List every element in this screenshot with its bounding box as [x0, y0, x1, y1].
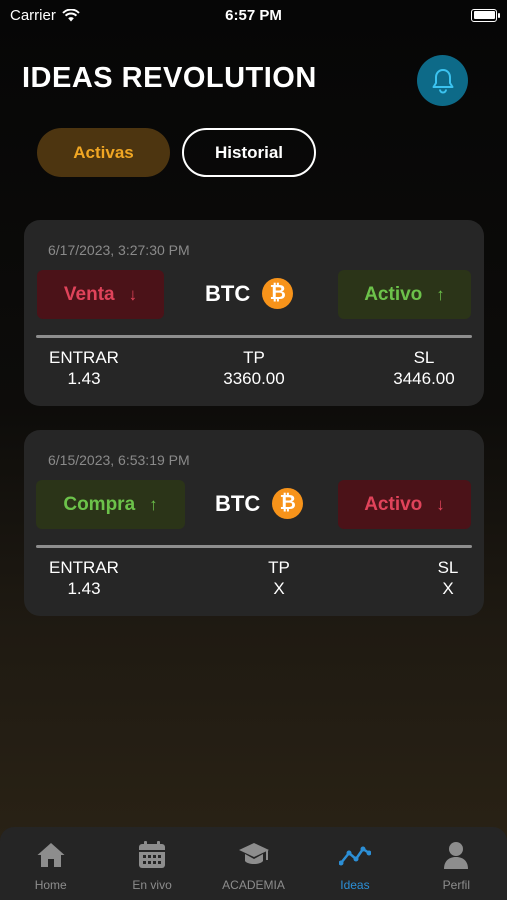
- idea-date: 6/17/2023, 3:27:30 PM: [48, 242, 190, 258]
- entry-label: ENTRAR: [49, 348, 119, 367]
- tab-activas[interactable]: Activas: [37, 128, 170, 177]
- user-icon: [444, 842, 469, 869]
- graduation-cap-icon: [238, 843, 269, 864]
- tab-ideas-label: Ideas: [340, 878, 370, 892]
- calendar-icon: [139, 841, 166, 868]
- entry-value: 1.43: [67, 369, 101, 388]
- sl-value: 3446.00: [393, 369, 455, 388]
- tp-label: TP: [268, 558, 290, 577]
- card-divider: [36, 335, 472, 338]
- tp-column: TP 3360.00: [214, 347, 294, 389]
- bitcoin-icon: ₿: [262, 278, 294, 309]
- tab-academia[interactable]: ACADEMIA: [203, 827, 304, 900]
- card-divider: [36, 545, 472, 548]
- direction-label: Venta: [63, 283, 115, 305]
- status-badge[interactable]: Activo ↑: [338, 270, 471, 319]
- idea-card[interactable]: 6/15/2023, 6:53:19 PM Compra ↑ BTC ₿ Act…: [24, 430, 484, 616]
- tp-label: TP: [243, 348, 265, 367]
- battery-icon: [471, 8, 500, 22]
- entry-column: ENTRAR 1.43: [48, 557, 120, 599]
- arrow-up-icon: ↑: [436, 284, 445, 304]
- entry-value: 1.43: [67, 579, 101, 598]
- direction-badge[interactable]: Venta ↓: [37, 270, 164, 319]
- direction-badge[interactable]: Compra ↑: [36, 480, 185, 529]
- ideas-filter-tabs: Activas Historial: [37, 128, 316, 177]
- sl-column: SL 3446.00: [382, 347, 466, 389]
- status-left: Carrier: [10, 7, 80, 24]
- sl-label: SL: [413, 348, 435, 367]
- entry-label: ENTRAR: [49, 558, 119, 577]
- arrow-down-icon: ↓: [436, 494, 445, 514]
- tab-ideas[interactable]: Ideas: [304, 827, 405, 900]
- status-bar: Carrier 6:57 PM: [0, 0, 507, 30]
- tab-home-label: Home: [34, 878, 67, 892]
- sl-column: SL X: [430, 557, 466, 599]
- coin-info: BTC ₿: [215, 488, 304, 519]
- coin-info: BTC ₿: [205, 278, 294, 309]
- entry-column: ENTRAR 1.43: [48, 347, 120, 389]
- tab-en-vivo[interactable]: En vivo: [101, 827, 202, 900]
- tp-value: X: [273, 579, 285, 598]
- notifications-button[interactable]: [417, 55, 468, 106]
- tab-en-vivo-label: En vivo: [132, 878, 172, 892]
- bell-icon: [432, 68, 453, 93]
- sl-label: SL: [437, 558, 459, 577]
- trend-chart-icon: [338, 846, 371, 866]
- tp-value: 3360.00: [223, 369, 285, 388]
- page-title: IDEAS REVOLUTION: [22, 62, 317, 94]
- idea-card[interactable]: 6/17/2023, 3:27:30 PM Venta ↓ BTC ₿ Acti…: [24, 220, 484, 406]
- status-label: Activo: [364, 493, 423, 515]
- sl-value: X: [442, 579, 454, 598]
- bitcoin-icon: ₿: [272, 488, 304, 519]
- idea-date: 6/15/2023, 6:53:19 PM: [48, 452, 190, 468]
- bottom-tab-bar: Home En vivo ACADEMIA Ideas Perfil: [0, 827, 507, 900]
- status-label: Activo: [364, 283, 423, 305]
- tp-column: TP X: [260, 557, 298, 599]
- direction-label: Compra: [63, 493, 136, 515]
- tab-perfil-label: Perfil: [442, 878, 470, 892]
- tab-home[interactable]: Home: [0, 827, 101, 900]
- home-icon: [37, 843, 65, 867]
- tab-academia-label: ACADEMIA: [222, 878, 285, 892]
- coin-symbol: BTC: [215, 490, 261, 516]
- status-badge[interactable]: Activo ↓: [338, 480, 471, 529]
- coin-symbol: BTC: [205, 280, 251, 306]
- wifi-icon: [62, 8, 80, 21]
- tab-historial[interactable]: Historial: [182, 128, 316, 177]
- arrow-up-icon: ↑: [149, 494, 158, 514]
- tab-perfil[interactable]: Perfil: [406, 827, 507, 900]
- carrier-label: Carrier: [10, 6, 56, 24]
- arrow-down-icon: ↓: [128, 284, 138, 304]
